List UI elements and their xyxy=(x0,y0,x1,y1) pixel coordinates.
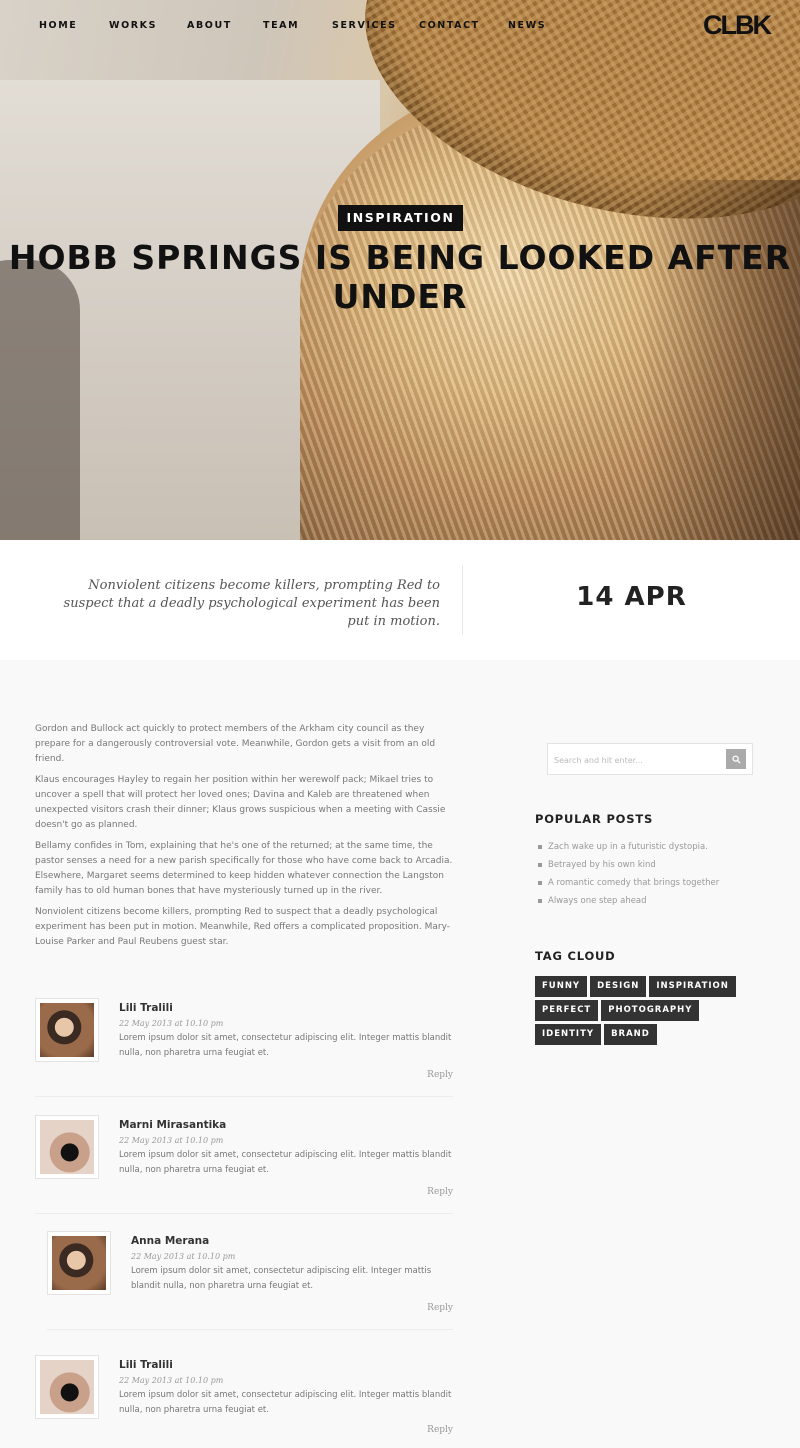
comment-divider xyxy=(35,1213,453,1214)
post-excerpt: Nonviolent citizens become killers, prom… xyxy=(63,578,440,629)
post-date: 14 APR xyxy=(576,582,687,612)
comment-author[interactable]: Lili Tralili xyxy=(119,1359,173,1371)
popular-post-link[interactable]: A romantic comedy that brings together xyxy=(538,876,719,894)
nav-services[interactable]: SERVICES xyxy=(332,20,397,31)
post-paragraph: Klaus encourages Hayley to regain her po… xyxy=(35,775,446,830)
tag-cloud-title: TAG CLOUD xyxy=(535,949,616,963)
post-paragraph: Nonviolent citizens become killers, prom… xyxy=(35,907,450,947)
tag-inspiration[interactable]: INSPIRATION xyxy=(649,976,736,997)
comment-author[interactable]: Lili Tralili xyxy=(119,1002,173,1014)
comment-date: 22 May 2013 at 10.10 pm xyxy=(119,1136,224,1145)
search-button[interactable] xyxy=(726,749,746,769)
comment-date: 22 May 2013 at 10.10 pm xyxy=(119,1019,224,1028)
comment: Lili Tralili 22 May 2013 at 10.10 pm Lor… xyxy=(35,998,453,1088)
comment: Marni Mirasantika 22 May 2013 at 10.10 p… xyxy=(35,1115,453,1205)
comment-avatar xyxy=(35,998,99,1062)
tag-identity[interactable]: IDENTITY xyxy=(535,1024,602,1045)
post-paragraph: Gordon and Bullock act quickly to protec… xyxy=(35,724,436,764)
tag-brand[interactable]: BRAND xyxy=(604,1024,657,1045)
comment-date: 22 May 2013 at 10.10 pm xyxy=(119,1376,224,1385)
tag-design[interactable]: DESIGN xyxy=(590,976,647,997)
nav-home[interactable]: HOME xyxy=(39,20,77,31)
comment-author[interactable]: Marni Mirasantika xyxy=(119,1119,226,1131)
tag-cloud: FUNNY DESIGN INSPIRATION PERFECT PHOTOGR… xyxy=(535,976,765,1045)
popular-post-link[interactable]: Always one step ahead xyxy=(538,894,719,912)
reply-link[interactable]: Reply xyxy=(427,1187,453,1197)
popular-posts-title: POPULAR POSTS xyxy=(535,812,654,826)
reply-link[interactable]: Reply xyxy=(427,1425,453,1435)
comment-divider xyxy=(35,1096,453,1097)
comment-avatar xyxy=(35,1115,99,1179)
comment-text: Lorem ipsum dolor sit amet, consectetur … xyxy=(131,1266,432,1291)
comment-text: Lorem ipsum dolor sit amet, consectetur … xyxy=(119,1150,452,1175)
reply-link[interactable]: Reply xyxy=(427,1070,453,1080)
comment: Lili Tralili 22 May 2013 at 10.10 pm Lor… xyxy=(35,1355,453,1445)
search-icon xyxy=(731,754,741,764)
post-paragraph: Bellamy confides in Tom, explaining that… xyxy=(35,841,453,896)
comment-avatar xyxy=(35,1355,99,1419)
tag-perfect[interactable]: PERFECT xyxy=(535,1000,599,1021)
search-input[interactable] xyxy=(554,752,724,768)
popular-posts-list: Zach wake up in a futuristic dystopia. B… xyxy=(538,840,719,912)
avatar-image xyxy=(40,1003,94,1057)
avatar-image xyxy=(40,1120,94,1174)
comment-date: 22 May 2013 at 10.10 pm xyxy=(131,1252,236,1261)
comment: Anna Merana 22 May 2013 at 10.10 pm Lore… xyxy=(47,1231,453,1321)
post-category-badge[interactable]: INSPIRATION xyxy=(338,205,463,231)
comment-text: Lorem ipsum dolor sit amet, consectetur … xyxy=(119,1033,452,1058)
avatar-image xyxy=(40,1360,94,1414)
comment-divider xyxy=(47,1329,453,1330)
tag-photography[interactable]: PHOTOGRAPHY xyxy=(601,1000,700,1021)
comment-avatar xyxy=(47,1231,111,1295)
nav-news[interactable]: NEWS xyxy=(508,20,546,31)
nav-team[interactable]: TEAM xyxy=(263,20,299,31)
post-title: HOBB SPRINGS IS BEING LOOKED AFTER UNDER xyxy=(8,238,792,316)
comment-text: Lorem ipsum dolor sit amet, consectetur … xyxy=(119,1390,452,1415)
reply-link[interactable]: Reply xyxy=(427,1303,453,1313)
tag-funny[interactable]: FUNNY xyxy=(535,976,588,997)
hero-shadow xyxy=(640,180,800,540)
post-body: Gordon and Bullock act quickly to protec… xyxy=(35,722,455,956)
nav-contact[interactable]: CONTACT xyxy=(419,20,480,31)
comment-author[interactable]: Anna Merana xyxy=(131,1235,209,1247)
nav-works[interactable]: WORKS xyxy=(109,20,157,31)
nav-about[interactable]: ABOUT xyxy=(187,20,232,31)
popular-post-link[interactable]: Zach wake up in a futuristic dystopia. xyxy=(538,840,719,858)
popular-post-link[interactable]: Betrayed by his own kind xyxy=(538,858,719,876)
search-box xyxy=(547,743,753,775)
site-logo[interactable]: CLBK xyxy=(703,10,772,41)
avatar-image xyxy=(52,1236,106,1290)
